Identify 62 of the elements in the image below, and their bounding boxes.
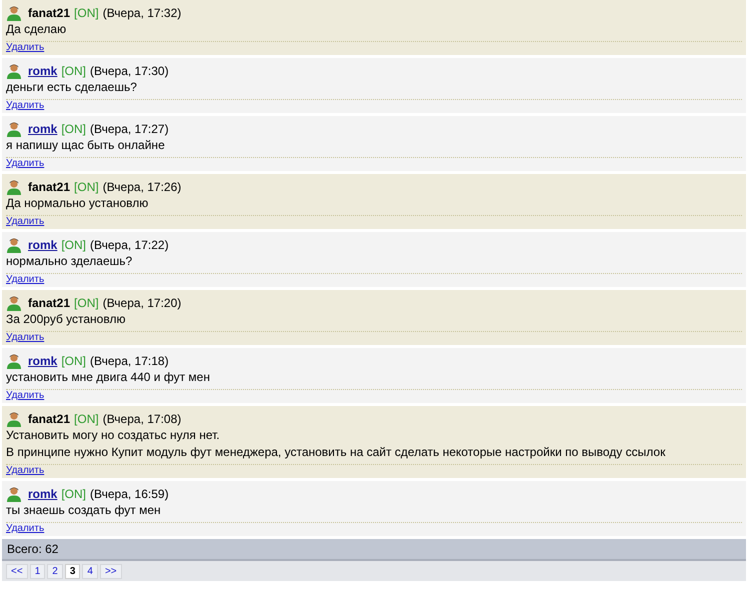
message-time: (Вчера, 17:32) bbox=[102, 4, 182, 22]
total-count-bar: Всего: 62 bbox=[2, 539, 746, 561]
user-icon bbox=[6, 352, 22, 368]
author-link[interactable]: romk bbox=[28, 62, 58, 80]
message-text: нормально зделаешь? bbox=[6, 253, 134, 270]
delete-link[interactable]: Удалить bbox=[6, 332, 44, 344]
message-time: (Вчера, 17:27) bbox=[90, 120, 169, 138]
message-time: (Вчера, 17:08) bbox=[102, 410, 182, 428]
author-name: fanat21 bbox=[28, 4, 70, 22]
user-icon bbox=[6, 236, 22, 252]
online-status: [ON] bbox=[74, 294, 99, 312]
delete-link[interactable]: Удалить bbox=[6, 216, 44, 228]
message-text: Установить могу но создатьс нуля нет. bbox=[6, 427, 221, 444]
author-link[interactable]: romk bbox=[28, 120, 58, 138]
user-icon bbox=[6, 178, 22, 194]
author-name: fanat21 bbox=[28, 410, 70, 428]
user-icon bbox=[6, 4, 22, 20]
page-link[interactable]: 1 bbox=[30, 564, 46, 578]
user-icon bbox=[6, 410, 22, 426]
online-status: [ON] bbox=[61, 62, 86, 80]
online-status: [ON] bbox=[61, 352, 86, 370]
message-text: ты знаешь создать фут мен bbox=[6, 502, 162, 519]
online-status: [ON] bbox=[74, 4, 99, 22]
delete-link[interactable]: Удалить bbox=[6, 42, 44, 54]
message-text: Да сделаю bbox=[6, 21, 68, 38]
page-link[interactable]: << bbox=[6, 564, 28, 578]
message-time: (Вчера, 17:30) bbox=[90, 62, 169, 80]
message-text: За 200руб установлю bbox=[6, 311, 126, 328]
delete-link[interactable]: Удалить bbox=[6, 158, 44, 170]
online-status: [ON] bbox=[74, 178, 99, 196]
message-text: я напишу щас быть онлайне bbox=[6, 137, 166, 154]
author-link[interactable]: romk bbox=[28, 236, 58, 254]
page-link[interactable]: 3 bbox=[64, 564, 80, 578]
user-icon bbox=[6, 62, 22, 78]
message-text: В принципе нужно Купит модуль фут менеджера, установить на сайт сделать некоторые настройки по выводу ссылок bbox=[6, 444, 666, 461]
author-name: fanat21 bbox=[28, 294, 70, 312]
page-link[interactable]: 2 bbox=[47, 564, 63, 578]
author-link[interactable]: romk bbox=[28, 484, 58, 502]
user-icon bbox=[6, 486, 22, 502]
message-time: (Вчера, 16:59) bbox=[90, 486, 169, 502]
delete-link[interactable]: Удалить bbox=[6, 390, 44, 402]
message-time: (Вчера, 17:26) bbox=[102, 178, 182, 196]
message-text: Да нормально установлю bbox=[6, 195, 150, 212]
page-link[interactable]: 4 bbox=[82, 564, 98, 578]
online-status: [ON] bbox=[61, 236, 86, 254]
message-text: деньги есть сделаешь? bbox=[6, 79, 138, 96]
message-time: (Вчера, 17:22) bbox=[90, 236, 169, 254]
delete-link[interactable]: Удалить bbox=[6, 523, 44, 535]
message-text: установить мне двига 440 и фут мен bbox=[6, 369, 211, 386]
delete-link[interactable]: Удалить bbox=[6, 465, 44, 477]
online-status: [ON] bbox=[61, 486, 86, 502]
delete-link[interactable]: Удалить bbox=[6, 100, 44, 112]
user-icon bbox=[6, 294, 22, 310]
author-link[interactable]: romk bbox=[28, 352, 58, 370]
message-time: (Вчера, 17:20) bbox=[102, 294, 182, 312]
message-time: (Вчера, 17:18) bbox=[90, 352, 169, 370]
page-link[interactable]: >> bbox=[100, 564, 122, 578]
user-icon bbox=[6, 120, 22, 136]
online-status: [ON] bbox=[74, 410, 99, 428]
online-status: [ON] bbox=[61, 120, 86, 138]
author-name: fanat21 bbox=[28, 178, 70, 196]
delete-link[interactable]: Удалить bbox=[6, 274, 44, 286]
